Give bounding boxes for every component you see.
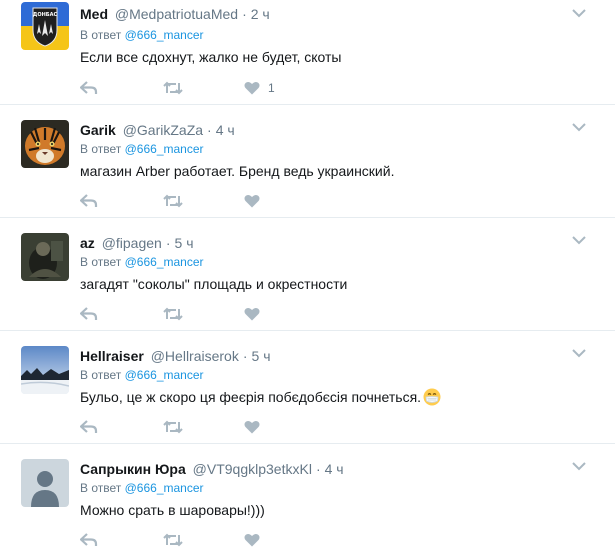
reply-icon	[80, 307, 98, 320]
reply-mention[interactable]: @666_mancer	[125, 28, 204, 42]
reply-mention[interactable]: @666_mancer	[125, 368, 204, 382]
timestamp[interactable]: 5 ч	[175, 235, 194, 251]
reply-icon	[80, 194, 98, 207]
reply-button[interactable]	[80, 417, 98, 437]
heart-icon	[244, 81, 260, 95]
display-name[interactable]: Hellraiser	[80, 348, 144, 364]
avatar-emblem-text: ДОНБАС	[33, 12, 58, 18]
reply-context: В ответ @666_mancer	[80, 27, 204, 43]
retweet-button[interactable]	[163, 78, 183, 98]
display-name[interactable]: Сапрыкин Юра	[80, 461, 186, 477]
user-handle[interactable]: @MedpatriotuaMed	[115, 6, 238, 22]
tweet-text: Если все сдохнут, жалко не будет, скоты	[80, 49, 342, 65]
face-with-medical-mask-icon	[423, 388, 441, 406]
reply-label: В ответ	[80, 28, 122, 42]
retweet-icon	[163, 81, 183, 95]
reply-context: В ответ @666_mancer	[80, 480, 204, 496]
retweet-button[interactable]	[163, 417, 183, 437]
chevron-down-icon[interactable]	[571, 7, 587, 19]
reply-button[interactable]	[80, 304, 98, 324]
like-button[interactable]	[244, 304, 260, 324]
tweet-text: Можно срать в шаровары!)))	[80, 502, 265, 518]
tweet-text: магазин Arber работает. Бренд ведь украи…	[80, 163, 395, 179]
reply-button[interactable]	[80, 191, 98, 211]
chevron-down-icon[interactable]	[571, 234, 587, 246]
reply-label: В ответ	[80, 142, 122, 156]
display-name[interactable]: Garik	[80, 122, 116, 138]
chevron-down-icon[interactable]	[571, 121, 587, 133]
like-count: 1	[268, 81, 275, 95]
like-button[interactable]	[244, 530, 260, 550]
avatar[interactable]	[21, 120, 69, 168]
reply-icon	[80, 533, 98, 546]
reply-label: В ответ	[80, 481, 122, 495]
tweet-item[interactable]: Сапрыкин Юра @VT9qgklp3etkxKl · 4 ч В отве…	[0, 444, 615, 557]
reply-label: В ответ	[80, 368, 122, 382]
retweet-icon	[163, 533, 183, 547]
heart-icon	[244, 533, 260, 547]
user-handle[interactable]: @VT9qgklp3etkxKl	[193, 461, 312, 477]
like-button[interactable]	[244, 417, 260, 437]
tweet-item[interactable]: Garik @GarikZaZa · 4 ч В ответ @666_mancer…	[0, 105, 615, 218]
heart-icon	[244, 307, 260, 321]
avatar[interactable]	[21, 459, 69, 507]
avatar[interactable]	[21, 233, 69, 281]
retweet-icon	[163, 420, 183, 434]
retweet-button[interactable]	[163, 530, 183, 550]
user-handle[interactable]: @GarikZaZa	[123, 122, 203, 138]
reply-mention[interactable]: @666_mancer	[125, 255, 204, 269]
tweet-item[interactable]: ДОНБАС Med @MedpatriotuaMed · 2 ч В ответ …	[0, 0, 615, 105]
reply-context: В ответ @666_mancer	[80, 141, 204, 157]
retweet-icon	[163, 307, 183, 321]
like-button[interactable]	[244, 191, 260, 211]
reply-label: В ответ	[80, 255, 122, 269]
reply-mention[interactable]: @666_mancer	[125, 142, 204, 156]
user-handle[interactable]: @Hellraiserok	[151, 348, 239, 364]
reply-mention[interactable]: @666_mancer	[125, 481, 204, 495]
reply-button[interactable]	[80, 530, 98, 550]
tweet-text: Бульо, це ж скоро ця феєрія побєдобєсія …	[80, 387, 441, 407]
retweet-icon	[163, 194, 183, 208]
reply-context: В ответ @666_mancer	[80, 367, 204, 383]
like-button[interactable]: 1	[244, 78, 275, 98]
heart-icon	[244, 194, 260, 208]
avatar[interactable]: ДОНБАС	[21, 2, 69, 50]
heart-icon	[244, 420, 260, 434]
chevron-down-icon[interactable]	[571, 460, 587, 472]
retweet-button[interactable]	[163, 191, 183, 211]
reply-icon	[80, 420, 98, 433]
avatar[interactable]	[21, 346, 69, 394]
timestamp[interactable]: 2 ч	[251, 6, 270, 22]
reply-context: В ответ @666_mancer	[80, 254, 204, 270]
display-name[interactable]: Med	[80, 6, 108, 22]
timestamp[interactable]: 4 ч	[325, 461, 344, 477]
timestamp[interactable]: 5 ч	[252, 348, 271, 364]
chevron-down-icon[interactable]	[571, 347, 587, 359]
tweet-item[interactable]: az @fipagen · 5 ч В ответ @666_mancer зага…	[0, 218, 615, 331]
tweet-item[interactable]: Hellraiser @Hellraiserok · 5 ч В ответ @66…	[0, 331, 615, 444]
retweet-button[interactable]	[163, 304, 183, 324]
reply-button[interactable]	[80, 78, 98, 98]
tweet-text: загадят "соколы" площадь и окрестности	[80, 276, 348, 292]
user-handle[interactable]: @fipagen	[102, 235, 162, 251]
tweet-text-body: Бульо, це ж скоро ця феєрія побєдобєсія …	[80, 389, 422, 405]
reply-icon	[80, 81, 98, 94]
display-name[interactable]: az	[80, 235, 95, 251]
timestamp[interactable]: 4 ч	[216, 122, 235, 138]
